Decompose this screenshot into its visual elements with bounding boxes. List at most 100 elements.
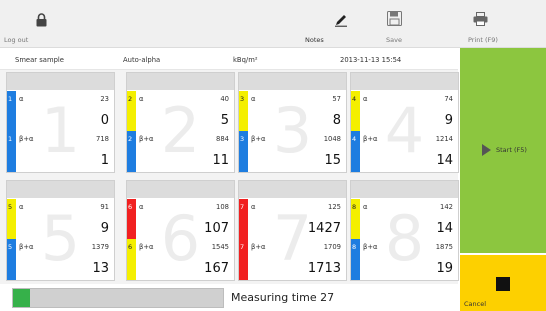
channel-number: 5 [8,243,13,251]
activity-value: 14 [436,221,453,236]
count-value: 23 [100,95,109,103]
radiation-type-label: β+α [19,243,34,251]
radiation-type-label: β+α [363,135,378,143]
activity-value: 14 [436,153,453,168]
channel-number: 8 [352,203,357,211]
save-button[interactable]: Save [380,0,430,48]
measurement-progress-bar [12,288,224,308]
activity-value: 9 [444,113,453,128]
channel-number: 4 [352,95,357,103]
print-button[interactable]: Print (F9) [466,0,536,48]
notes-label: Notes [305,36,324,44]
channel-number: 7 [240,203,245,211]
count-value: 125 [328,203,341,211]
count-value: 142 [440,203,453,211]
floppy-disk-icon [387,11,402,26]
measuring-time-text: Measuring time 27 [231,291,335,304]
radiation-type-label: α [19,203,24,211]
count-value: 1048 [323,135,341,143]
channel-color-strip: 2 [127,131,136,172]
channel-card-3: 3 3 α 57 8 3 β+α 1048 15 [238,72,347,173]
radiation-type-label: α [139,95,144,103]
channel-color-strip: 5 [7,239,16,280]
count-value: 108 [216,203,229,211]
channel-card-1: 1 1 α 23 0 1 β+α 718 1 [6,72,115,173]
channel-number: 1 [8,135,13,143]
channel-number: 7 [240,243,245,251]
channel-number: 3 [240,95,245,103]
channel-number: 1 [8,95,13,103]
start-label: Start (F5) [496,146,527,154]
channel-color-strip: 4 [351,91,360,132]
count-value: 1709 [323,243,341,251]
count-value: 91 [100,203,109,211]
activity-value: 1713 [307,261,341,276]
notes-button[interactable]: Notes [296,0,356,48]
sample-type: Smear sample [15,56,64,64]
channel-number: 2 [128,135,133,143]
toolbar: Log out Notes Save Print (F9) [0,0,546,48]
measurement-mode: Auto-alpha [123,56,161,64]
channel-color-strip: 7 [239,199,248,240]
activity-value: 8 [332,113,341,128]
beta-alpha-row: 1 β+α 718 1 [7,131,114,172]
start-button[interactable]: Start (F5) [460,48,546,253]
channel-color-strip: 7 [239,239,248,280]
channel-color-strip: 8 [351,239,360,280]
radiation-type-label: α [251,203,256,211]
alpha-row: 3 α 57 8 [239,91,346,132]
channel-card-4: 4 4 α 74 9 4 β+α 1214 14 [350,72,459,173]
channel-card-header [351,181,458,198]
channel-color-strip: 6 [127,239,136,280]
play-arrow-icon [482,144,491,156]
printer-icon [473,12,488,26]
count-value: 1379 [91,243,109,251]
progress-fill [13,289,30,307]
beta-alpha-row: 3 β+α 1048 15 [239,131,346,172]
count-value: 1214 [435,135,453,143]
radiation-type-label: α [19,95,24,103]
channel-color-strip: 2 [127,91,136,132]
lock-icon [36,13,47,27]
beta-alpha-row: 2 β+α 884 11 [127,131,234,172]
activity-value: 15 [324,153,341,168]
count-value: 40 [220,95,229,103]
channel-color-strip: 5 [7,199,16,240]
radiation-type-label: α [139,203,144,211]
logout-button[interactable]: Log out [0,0,60,48]
cancel-button[interactable]: Cancel [460,255,546,311]
activity-value: 13 [92,261,109,276]
activity-value: 5 [220,113,229,128]
channel-card-header [351,73,458,90]
channel-color-strip: 3 [239,91,248,132]
stop-square-icon [496,277,510,291]
radiation-type-label: β+α [251,243,266,251]
beta-alpha-row: 4 β+α 1214 14 [351,131,458,172]
print-label: Print (F9) [468,36,498,44]
activity-value: 1 [100,153,109,168]
channel-number: 8 [352,243,357,251]
channel-card-header [239,73,346,90]
channel-card-2: 2 2 α 40 5 2 β+α 884 11 [126,72,235,173]
radiation-type-label: α [363,95,368,103]
count-value: 718 [96,135,109,143]
channel-number: 6 [128,203,133,211]
activity-value: 9 [100,221,109,236]
channel-number: 2 [128,95,133,103]
channel-number: 5 [8,203,13,211]
channel-card-8: 8 8 α 142 14 8 β+α 1875 19 [350,180,459,281]
channel-number: 3 [240,135,245,143]
radiation-type-label: β+α [251,135,266,143]
detector-grid: 1 1 α 23 0 1 β+α 718 1 2 2 α 40 5 2 β+α 884 11 3 3 α 57 8 3 β+α 1… [0,70,459,284]
radiation-type-label: β+α [139,135,154,143]
channel-card-header [127,181,234,198]
beta-alpha-row: 5 β+α 1379 13 [7,239,114,280]
channel-card-7: 7 7 α 125 1427 7 β+α 1709 1713 [238,180,347,281]
alpha-row: 7 α 125 1427 [239,199,346,240]
channel-color-strip: 4 [351,131,360,172]
alpha-row: 2 α 40 5 [127,91,234,132]
channel-color-strip: 1 [7,91,16,132]
channel-card-header [127,73,234,90]
beta-alpha-row: 8 β+α 1875 19 [351,239,458,280]
alpha-row: 4 α 74 9 [351,91,458,132]
